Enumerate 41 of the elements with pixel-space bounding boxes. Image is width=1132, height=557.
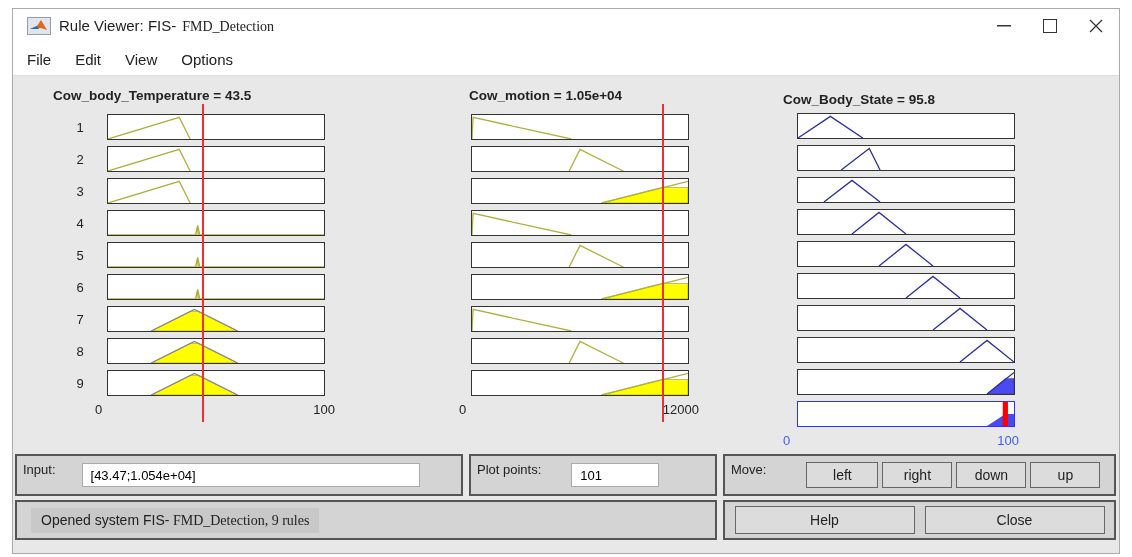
close-icon [1089, 19, 1103, 33]
minimize-icon [997, 25, 1011, 27]
menu-item[interactable]: Edit [75, 50, 102, 68]
axis-tick-label: 12000 [662, 402, 699, 417]
window-title: Rule Viewer: FIS- FMD_Detection [59, 17, 275, 35]
action-button[interactable]: Close [924, 506, 1105, 534]
menu-item[interactable]: Options [181, 50, 233, 68]
status-text: Opened system FIS- FMD_Detection, 9 rules [31, 507, 320, 533]
rule-number: 4 [75, 215, 85, 231]
move-label: Move: [731, 462, 767, 477]
input-marker-line[interactable] [201, 104, 204, 422]
rule-number: 7 [75, 311, 85, 327]
maximize-icon [1043, 19, 1057, 33]
plot-points-label: Plot points: [477, 462, 542, 477]
axis-tick-label: 100 [313, 402, 335, 417]
menu-item[interactable]: File [27, 50, 52, 68]
plot-points-field[interactable]: 101 [571, 463, 660, 487]
variable-title: Cow_motion = 1.05e+04 [469, 88, 624, 105]
rule-number: 3 [75, 183, 85, 199]
axis-tick-label: 0 [95, 402, 103, 417]
rule-number: 1 [75, 119, 85, 135]
input-marker-line[interactable] [662, 104, 665, 422]
move-button[interactable]: right [882, 462, 953, 488]
input-label: Input: [23, 462, 56, 477]
rule-number: 8 [75, 343, 85, 359]
move-button[interactable]: up [1030, 462, 1101, 488]
rule-number: 6 [75, 279, 85, 295]
rule-number: 5 [75, 247, 85, 263]
variable-title: Cow_body_Temperature = 43.5 [53, 88, 253, 105]
input-field[interactable]: [43.47;1.054e+04] [81, 463, 420, 487]
rule-number: 9 [75, 375, 85, 391]
variable-title: Cow_Body_State = 95.8 [783, 92, 936, 109]
move-button[interactable]: left [806, 462, 879, 488]
action-button[interactable]: Help [734, 506, 915, 534]
rule-number: 2 [75, 151, 85, 167]
move-button[interactable]: down [956, 462, 1027, 488]
axis-tick-label: 0 [783, 433, 791, 448]
menu-item[interactable]: View [125, 50, 158, 68]
axis-tick-label: 0 [459, 402, 467, 417]
axis-tick-label: 100 [997, 433, 1019, 448]
app-logo-icon [27, 17, 51, 35]
